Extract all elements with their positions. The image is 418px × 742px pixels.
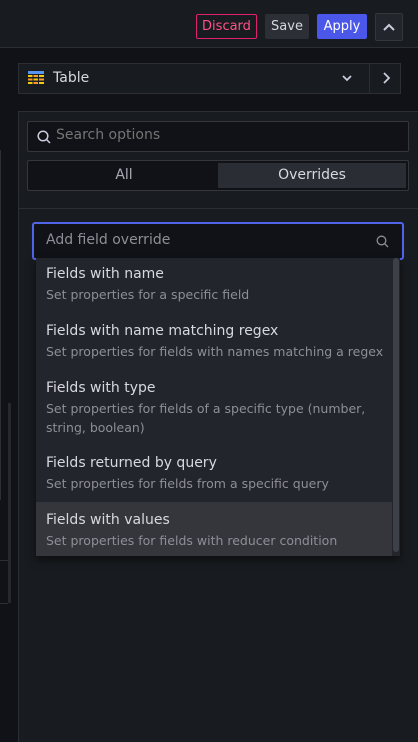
- option-description: Set properties for fields with reducer c…: [46, 533, 338, 548]
- add-field-override-select[interactable]: Add field override: [32, 222, 404, 260]
- search-options-field[interactable]: [27, 121, 409, 152]
- section-divider: [19, 208, 418, 209]
- visualization-label: Table: [53, 70, 90, 86]
- chevron-right-icon: [382, 72, 390, 84]
- option-fields-with-name[interactable]: Fields with name Set properties for a sp…: [36, 258, 392, 311]
- option-description: Set properties for fields with names mat…: [46, 344, 384, 359]
- options-tabs: All Overrides: [27, 160, 409, 191]
- option-title: Fields returned by query: [46, 455, 217, 471]
- option-title: Fields with name matching regex: [46, 323, 279, 339]
- left-pane-divider: [0, 560, 8, 561]
- tab-overrides[interactable]: Overrides: [218, 163, 406, 188]
- add-field-override-placeholder: Add field override: [46, 232, 171, 248]
- option-description: Set properties for fields of a specific …: [46, 401, 366, 435]
- chevron-down-icon: [342, 75, 352, 82]
- override-options-menu: Fields with name Set properties for a sp…: [36, 258, 400, 556]
- option-description: Set properties for fields from a specifi…: [46, 476, 329, 491]
- panel-editor-toolbar: Discard Save Apply: [0, 0, 418, 48]
- option-fields-with-type[interactable]: Fields with type Set properties for fiel…: [36, 372, 392, 442]
- option-fields-with-values[interactable]: Fields with values Set properties for fi…: [36, 502, 392, 556]
- table-icon: [28, 71, 44, 84]
- option-title: Fields with type: [46, 380, 156, 396]
- option-title: Fields with name: [46, 266, 164, 282]
- tab-all[interactable]: All: [30, 163, 218, 188]
- option-fields-returned-by-query[interactable]: Fields returned by query Set properties …: [36, 447, 392, 500]
- collapse-options-button[interactable]: [375, 13, 403, 41]
- apply-button[interactable]: Apply: [317, 14, 367, 39]
- left-pane-edge: [0, 150, 1, 500]
- visualization-select[interactable]: Table: [19, 64, 369, 93]
- search-icon: [376, 235, 389, 248]
- save-button[interactable]: Save: [265, 14, 309, 39]
- visualization-picker[interactable]: Table: [18, 63, 401, 94]
- search-input[interactable]: [56, 127, 396, 143]
- menu-scrollbar-thumb[interactable]: [393, 258, 399, 552]
- option-fields-with-name-matching-regex[interactable]: Fields with name matching regex Set prop…: [36, 315, 392, 368]
- discard-button[interactable]: Discard: [196, 14, 257, 39]
- left-pane-scrollbar[interactable]: [8, 403, 11, 603]
- option-description: Set properties for a specific field: [46, 287, 250, 302]
- option-title: Fields with values: [46, 512, 170, 528]
- left-pane-divider: [0, 603, 8, 604]
- chevron-up-icon: [383, 23, 395, 31]
- visualization-next-button[interactable]: [369, 64, 401, 93]
- search-icon: [37, 130, 51, 144]
